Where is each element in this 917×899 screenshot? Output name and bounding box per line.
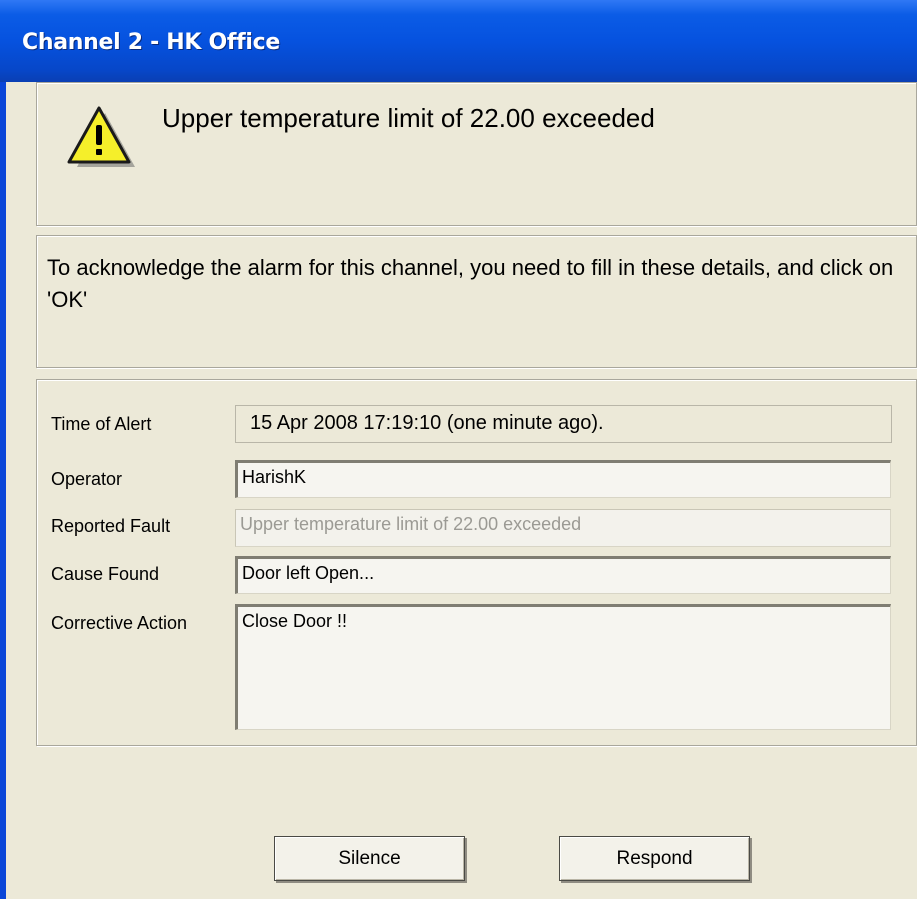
reported-fault-field: Upper temperature limit of 22.00 exceede… xyxy=(235,509,891,547)
corrective-action-field[interactable]: Close Door !! xyxy=(235,604,891,730)
corrective-action-label: Corrective Action xyxy=(51,613,188,633)
warning-icon xyxy=(67,106,135,167)
alert-panel: Upper temperature limit of 22.00 exceede… xyxy=(36,82,917,226)
operator-label: Operator xyxy=(51,469,123,489)
alert-message: Upper temperature limit of 22.00 exceede… xyxy=(162,103,655,133)
alarm-dialog: Channel 2 - HK Office Upper temperature … xyxy=(0,0,917,899)
dialog-body: Upper temperature limit of 22.00 exceede… xyxy=(6,82,917,899)
time-of-alert-value: 15 Apr 2008 17:19:10 (one minute ago). xyxy=(235,405,892,443)
operator-field[interactable]: HarishK xyxy=(235,460,891,498)
time-of-alert-label: Time of Alert xyxy=(51,414,152,434)
window-title: Channel 2 - HK Office xyxy=(22,30,281,55)
cause-found-label: Cause Found xyxy=(51,564,160,584)
title-bar[interactable]: Channel 2 - HK Office xyxy=(0,0,917,82)
respond-button[interactable]: Respond xyxy=(559,836,750,881)
instructions-text: To acknowledge the alarm for this channe… xyxy=(47,255,894,312)
cause-found-field[interactable]: Door left Open... xyxy=(235,556,891,594)
instructions-panel: To acknowledge the alarm for this channe… xyxy=(36,235,917,368)
silence-button[interactable]: Silence xyxy=(274,836,465,881)
acknowledge-form: Time of Alert 15 Apr 2008 17:19:10 (one … xyxy=(36,379,917,746)
reported-fault-label: Reported Fault xyxy=(51,516,171,536)
